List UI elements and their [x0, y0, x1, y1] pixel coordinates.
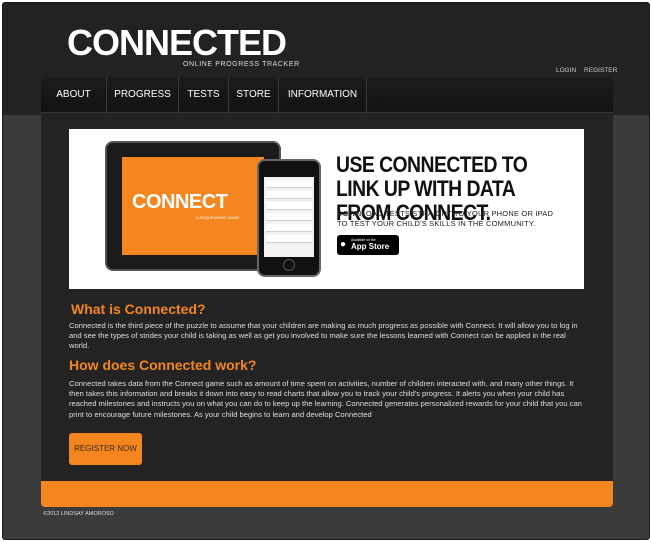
nav-item-information[interactable]: INFORMATION — [279, 77, 367, 113]
apple-icon: ● — [340, 239, 347, 250]
logo[interactable]: CONNECTED — [67, 25, 287, 61]
tablet-logo: CONNECT — [132, 191, 228, 213]
nav-item-tests[interactable]: TESTS — [179, 77, 229, 113]
logo-subtitle: ONLINE PROGRESS TRACKER — [183, 61, 300, 68]
tablet-subtitle: A SEQUENCING GAME — [196, 215, 240, 220]
how-text: Connected takes data from the Connect ga… — [69, 379, 582, 419]
about-text: Connected is the third piece of the puzz… — [69, 321, 578, 351]
nav-item-progress[interactable]: PROGRESS — [107, 77, 179, 113]
promo-banner: CONNECT A SEQUENCING GAME USE CONNECTED … — [69, 129, 584, 289]
register-now-button[interactable]: REGISTER NOW — [69, 433, 142, 465]
phone-screen — [264, 177, 314, 257]
auth-links: LOGIN REGISTER — [556, 67, 623, 74]
main-nav: ABOUT PROGRESS TESTS STORE INFORMATION — [41, 77, 613, 113]
browser-frame: CONNECTED ONLINE PROGRESS TRACKER LOGIN … — [2, 2, 650, 540]
about-heading: What is Connected? — [71, 301, 206, 317]
appstore-big-text: App Store — [351, 242, 390, 251]
accent-bar — [41, 481, 613, 507]
phone-illustration — [257, 159, 321, 277]
main-content: ABOUT PROGRESS TESTS STORE INFORMATION C… — [41, 77, 613, 507]
banner-subtext: DOWNLOAD TESTS STRAIGHT TO YOUR PHONE OR… — [337, 209, 554, 228]
nav-item-store[interactable]: STORE — [229, 77, 279, 113]
footer-copyright: ©2012 LINDSAY AMOROSO — [43, 511, 114, 517]
nav-item-about[interactable]: ABOUT — [41, 77, 107, 113]
tablet-illustration: CONNECT A SEQUENCING GAME — [105, 141, 281, 271]
phone-home-button — [283, 259, 295, 271]
how-heading: How does Connected work? — [69, 357, 257, 373]
tablet-screen: CONNECT A SEQUENCING GAME — [122, 157, 264, 255]
login-link[interactable]: LOGIN — [556, 67, 576, 74]
app-store-badge[interactable]: ● Available on the App Store — [337, 235, 399, 255]
register-link[interactable]: REGISTER — [584, 67, 617, 74]
